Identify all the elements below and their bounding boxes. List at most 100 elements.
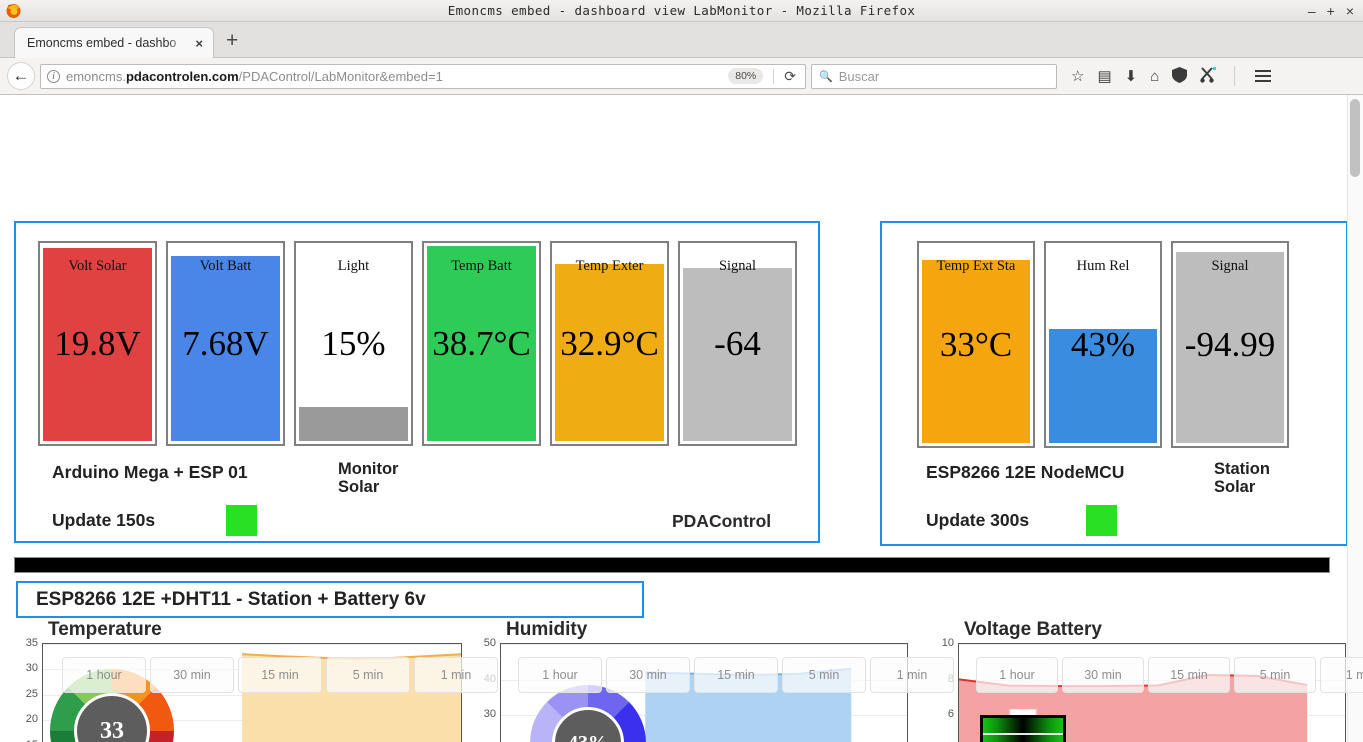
vertical-scrollbar[interactable] bbox=[1347, 95, 1363, 742]
bar-gauge-value: 33°C bbox=[939, 324, 1013, 364]
time-range-button[interactable]: 30 min bbox=[1062, 657, 1144, 693]
gauge-row-b: Temp Ext Sta 33°C Hum Rel 43% Signal -94.99 bbox=[917, 241, 1289, 448]
bar-gauge-label: Temp Exter bbox=[575, 258, 644, 274]
y-axis-tick-label: 10 bbox=[941, 637, 954, 649]
time-range-button[interactable]: 30 min bbox=[150, 657, 234, 693]
bar-gauge-label: Temp Ext Sta bbox=[936, 258, 1016, 274]
bar-gauge: Light 15% bbox=[294, 241, 413, 446]
update-label-b: Update 300s bbox=[926, 510, 1030, 530]
bar-gauge-value: 43% bbox=[1070, 324, 1136, 364]
bar-gauge: Hum Rel 43% bbox=[1044, 241, 1162, 448]
panel-arduino-mega: Volt Solar 19.8V Volt Batt 7.68V Light 15% Tem… bbox=[14, 221, 820, 543]
dial-gauge: 43% bbox=[530, 685, 646, 742]
browser-tab[interactable]: Emoncms embed - dashbo × bbox=[14, 27, 214, 58]
download-icon[interactable]: ⬇ bbox=[1125, 69, 1138, 84]
bar-gauge-label: Hum Rel bbox=[1076, 258, 1130, 274]
section-title: ESP8266 12E +DHT11 - Station + Battery 6… bbox=[36, 588, 426, 610]
time-range-button[interactable]: 1 min bbox=[870, 657, 954, 693]
menu-icon[interactable] bbox=[1252, 70, 1274, 82]
window-titlebar: Emoncms embed - dashboard view LabMonito… bbox=[0, 0, 1363, 22]
time-range-button[interactable]: 15 min bbox=[1148, 657, 1230, 693]
bar-gauge-value: -64 bbox=[714, 323, 761, 363]
bar-gauge-value: -94.99 bbox=[1184, 324, 1276, 364]
time-range-button[interactable]: 1 hour bbox=[62, 657, 146, 693]
reload-icon[interactable]: ⟳ bbox=[784, 68, 799, 85]
status-indicator-b bbox=[1086, 505, 1117, 536]
zoom-level-indicator[interactable]: 80% bbox=[728, 68, 764, 84]
bar-gauge-value: 38.7°C bbox=[432, 323, 531, 363]
time-range-button[interactable]: 5 min bbox=[326, 657, 410, 693]
bar-gauge: Signal -64 bbox=[678, 241, 797, 446]
battery-body: 7.68v bbox=[980, 715, 1066, 742]
time-range-buttons: 1 hour30 min15 min5 min1 min bbox=[62, 657, 502, 693]
bar-gauge-fill bbox=[299, 406, 408, 441]
address-bar[interactable]: i emoncms.pdacontrolen.com/PDAControl/La… bbox=[40, 63, 806, 89]
time-range-button[interactable]: 15 min bbox=[694, 657, 778, 693]
chart-title: Voltage Battery bbox=[964, 619, 1102, 640]
chart-temperature: Temperature051015202530351 hour30 min15 … bbox=[0, 619, 498, 742]
chart-humidity: Humidity010203040501 hour30 min15 min5 m… bbox=[460, 619, 954, 742]
time-range-button[interactable]: 30 min bbox=[606, 657, 690, 693]
group-label-b: Station Solar bbox=[1214, 460, 1270, 496]
bar-gauge-value: 19.8V bbox=[54, 323, 141, 363]
bar-gauge-label: Signal bbox=[718, 258, 757, 274]
tab-label: Emoncms embed - dashbo bbox=[27, 36, 177, 50]
y-axis-tick-label: 20 bbox=[25, 713, 38, 726]
y-axis-tick-label: 50 bbox=[483, 637, 496, 649]
url-path: /PDAControl/LabMonitor&embed=1 bbox=[238, 68, 443, 84]
time-range-button[interactable]: 1 min bbox=[414, 657, 498, 693]
new-tab-button[interactable]: + bbox=[226, 29, 238, 53]
bar-gauge-label: Light bbox=[337, 258, 370, 274]
navigation-toolbar: ← i emoncms.pdacontrolen.com/PDAControl/… bbox=[0, 58, 1363, 95]
time-range-button[interactable]: 1 hour bbox=[518, 657, 602, 693]
bar-gauge-value: 7.68V bbox=[182, 323, 269, 363]
minimize-button[interactable]: – bbox=[1308, 4, 1316, 18]
bar-gauge: Temp Exter 32.9°C bbox=[550, 241, 669, 446]
back-button[interactable]: ← bbox=[7, 62, 35, 90]
device-label-b: ESP8266 12E NodeMCU bbox=[926, 462, 1125, 482]
toolbar-icons: ☆ ▤ ⬇ ⌂ bbox=[1062, 66, 1274, 86]
url-host-prefix: emoncms. bbox=[66, 68, 126, 84]
bar-gauge: Temp Ext Sta 33°C bbox=[917, 241, 1035, 448]
window-title: Emoncms embed - dashboard view LabMonito… bbox=[447, 3, 916, 18]
y-axis-tick-label: 6 bbox=[947, 708, 954, 721]
bar-gauge-value: 15% bbox=[321, 323, 386, 363]
tab-strip: Emoncms embed - dashbo × + bbox=[0, 22, 1363, 58]
bar-gauge: Signal -94.99 bbox=[1171, 241, 1289, 448]
y-axis: 05101520253035 bbox=[0, 637, 38, 742]
close-tab-icon[interactable]: × bbox=[191, 36, 207, 51]
chart-title: Humidity bbox=[506, 619, 588, 640]
y-axis-tick-label: 25 bbox=[25, 687, 38, 700]
status-indicator-a bbox=[226, 505, 257, 536]
bar-gauge-value: 32.9°C bbox=[560, 323, 659, 363]
time-range-button[interactable]: 5 min bbox=[782, 657, 866, 693]
bar-gauge-label: Signal bbox=[1211, 258, 1249, 274]
home-icon[interactable]: ⌂ bbox=[1150, 69, 1159, 84]
time-range-button[interactable]: 1 min bbox=[1320, 657, 1363, 693]
bar-gauge: Volt Batt 7.68V bbox=[166, 241, 285, 446]
library-icon[interactable]: ▤ bbox=[1097, 69, 1111, 84]
time-range-button[interactable]: 5 min bbox=[1234, 657, 1316, 693]
bar-gauge: Temp Batt 38.7°C bbox=[422, 241, 541, 446]
chart-title: Temperature bbox=[48, 619, 162, 640]
bar-gauge-label: Temp Batt bbox=[451, 258, 512, 274]
panel-esp8266: Temp Ext Sta 33°C Hum Rel 43% Signal -94.99 E… bbox=[880, 221, 1348, 546]
scrollbar-thumb[interactable] bbox=[1350, 99, 1360, 177]
divider-bar bbox=[14, 557, 1330, 573]
y-axis-tick-label: 35 bbox=[25, 637, 38, 649]
sync-scissors-icon[interactable] bbox=[1200, 66, 1217, 86]
toolbar-divider bbox=[773, 68, 775, 84]
page-content: Volt Solar 19.8V Volt Batt 7.68V Light 15% Tem… bbox=[0, 95, 1363, 742]
search-bar[interactable]: 🔍 Buscar bbox=[811, 63, 1057, 89]
bookmark-star-icon[interactable]: ☆ bbox=[1071, 69, 1084, 84]
toolbar-divider-2 bbox=[1234, 66, 1236, 86]
update-label-a: Update 150s bbox=[52, 510, 156, 530]
shield-icon[interactable] bbox=[1172, 66, 1188, 86]
site-info-icon[interactable]: i bbox=[47, 69, 60, 83]
url-text: emoncms.pdacontrolen.com/PDAControl/LabM… bbox=[66, 69, 443, 84]
time-range-button[interactable]: 1 hour bbox=[976, 657, 1058, 693]
time-range-button[interactable]: 15 min bbox=[238, 657, 322, 693]
close-window-button[interactable]: × bbox=[1346, 4, 1354, 18]
group-label-a: Monitor Solar bbox=[338, 460, 399, 496]
maximize-button[interactable]: + bbox=[1327, 4, 1335, 18]
